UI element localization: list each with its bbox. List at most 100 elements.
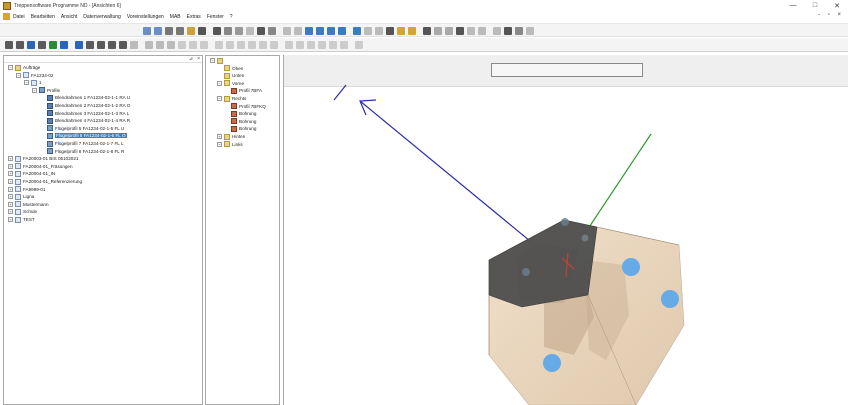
toolbar-button-icon[interactable]: [176, 27, 184, 35]
document-icon[interactable]: [3, 13, 10, 20]
toolbar-button-icon[interactable]: [226, 41, 234, 49]
expand-icon[interactable]: +: [217, 134, 222, 139]
toolbar-button-icon[interactable]: [423, 27, 431, 35]
collapse-icon[interactable]: −: [24, 80, 29, 86]
tree-item[interactable]: + FA20004-01_IN: [8, 170, 55, 177]
toolbar-button-icon[interactable]: [296, 41, 304, 49]
collapse-icon[interactable]: −: [217, 80, 222, 86]
toolbar-button-icon[interactable]: [246, 27, 254, 35]
toolbar-button-icon[interactable]: [285, 41, 293, 49]
tree-item[interactable]: Bohrung: [224, 125, 256, 132]
tree-item[interactable]: Oben: [217, 65, 243, 72]
toolbar-button-icon[interactable]: [329, 41, 337, 49]
toolbar-button-icon[interactable]: [515, 27, 523, 35]
3d-viewport[interactable]: [283, 55, 848, 405]
tree-item[interactable]: − FA1234-02: [16, 72, 53, 79]
pin-icon[interactable]: ⊿: [189, 56, 193, 62]
tree-item[interactable]: − Profile: [32, 87, 60, 94]
drill-hole[interactable]: [661, 290, 679, 308]
tree-item[interactable]: Bohrung: [224, 110, 256, 117]
collapse-icon[interactable]: −: [217, 96, 222, 101]
toolbar-button-icon[interactable]: [259, 41, 267, 49]
tree-item[interactable]: −: [210, 57, 225, 64]
toolbar-button-icon[interactable]: [187, 27, 195, 35]
toolbar-button-icon[interactable]: [456, 27, 464, 35]
tree-item[interactable]: + FA9999-01: [8, 186, 45, 193]
tree-item[interactable]: Unten: [217, 72, 244, 79]
toolbar-button-icon[interactable]: [237, 41, 245, 49]
tree-item[interactable]: Flügelprofil 8 FA1234-02-1-8 FL R: [40, 148, 124, 155]
toolbar-button-icon[interactable]: [145, 41, 153, 49]
menu-fenster[interactable]: Fenster: [207, 14, 224, 20]
toolbar-button-icon[interactable]: [16, 41, 24, 49]
toolbar-button-icon[interactable]: [60, 41, 68, 49]
toolbar-button-icon[interactable]: [408, 27, 416, 35]
tree-item[interactable]: + FA20003-01 BIS 05102021: [8, 155, 78, 162]
tree-item[interactable]: Blendrahmen 3 FA1234-02-1-3 RA L: [40, 110, 129, 117]
close-panel-icon[interactable]: ×: [197, 56, 200, 62]
toolbar-button-icon[interactable]: [235, 27, 243, 35]
tree-item[interactable]: + FA20004-01_Fräsungen: [8, 163, 73, 170]
toolbar-button-icon[interactable]: [434, 27, 442, 35]
tree-item[interactable]: + Schule: [8, 208, 37, 215]
tree-item[interactable]: + Mustermann: [8, 201, 49, 208]
expand-icon[interactable]: +: [8, 179, 13, 184]
tree-item[interactable]: + TEST: [8, 216, 35, 223]
toolbar-button-icon[interactable]: [386, 27, 394, 35]
toolbar-button-icon[interactable]: [108, 41, 116, 49]
expand-icon[interactable]: +: [8, 201, 13, 207]
collapse-icon[interactable]: −: [210, 58, 215, 63]
menu-mab[interactable]: MAB: [170, 14, 181, 20]
toolbar-button-icon[interactable]: [156, 41, 164, 49]
toolbar-button-icon[interactable]: [493, 27, 501, 35]
toolbar-button-icon[interactable]: [119, 41, 127, 49]
tree-item[interactable]: −1: [24, 79, 42, 86]
toolbar-button-icon[interactable]: [178, 41, 186, 49]
toolbar-button-icon[interactable]: [143, 27, 151, 35]
menu-datei[interactable]: Datei: [13, 14, 25, 20]
toolbar-button-icon[interactable]: [467, 27, 475, 35]
tree-item[interactable]: + Ligna: [8, 193, 34, 200]
menu-datenverwaltung[interactable]: Datenverwaltung: [83, 14, 121, 20]
toolbar-button-icon[interactable]: [445, 27, 453, 35]
toolbar-button-icon[interactable]: [154, 27, 162, 35]
tree-item[interactable]: + FA20004-01_Referenzierung: [8, 178, 82, 185]
expand-icon[interactable]: +: [8, 217, 13, 222]
tree-item[interactable]: Flügelprofil 5 FA1234-02-1-5 FL U: [40, 125, 124, 132]
toolbar-button-icon[interactable]: [318, 41, 326, 49]
menu-bearbeiten[interactable]: Bearbeiten: [31, 14, 55, 20]
toolbar-button-icon[interactable]: [86, 41, 94, 49]
toolbar-button-icon[interactable]: [375, 27, 383, 35]
minimize-button[interactable]: —: [782, 0, 804, 11]
menu-help[interactable]: ?: [230, 14, 233, 20]
tree-item[interactable]: Blendrahmen 4 FA1234-02-1-4 RA R: [40, 117, 130, 124]
toolbar-button-icon[interactable]: [327, 27, 335, 35]
close-button[interactable]: ✕: [826, 0, 848, 11]
toolbar-button-icon[interactable]: [165, 27, 173, 35]
toolbar-button-icon[interactable]: [307, 41, 315, 49]
toolbar-button-icon[interactable]: [248, 41, 256, 49]
tree-item[interactable]: Flügelprofil 6 FA1234-02-1-6 FL O: [40, 132, 127, 139]
toolbar-button-icon[interactable]: [364, 27, 372, 35]
toolbar-button-icon[interactable]: [294, 27, 302, 35]
tree-item[interactable]: Blendrahmen 1 FA1234-02-1-1 RA U: [40, 94, 130, 101]
toolbar-button-icon[interactable]: [268, 27, 276, 35]
expand-icon[interactable]: +: [8, 186, 13, 192]
expand-icon[interactable]: +: [8, 156, 13, 162]
tree-item[interactable]: − Rechts: [217, 95, 246, 102]
block-top-face[interactable]: [488, 219, 598, 308]
toolbar-button-icon[interactable]: [27, 41, 35, 49]
collapse-icon[interactable]: −: [32, 87, 37, 93]
tree-item[interactable]: Profil 7BFA: [224, 87, 262, 94]
expand-icon[interactable]: +: [8, 171, 13, 177]
expand-icon[interactable]: +: [8, 163, 13, 169]
drill-hole[interactable]: [622, 258, 640, 276]
tree-item[interactable]: Profil 7BFKQ: [224, 103, 266, 110]
toolbar-button-icon[interactable]: [338, 27, 346, 35]
tree-item[interactable]: + Links: [217, 141, 243, 148]
tree-item[interactable]: Blendrahmen 2 FA1234-02-1-2 RA O: [40, 102, 130, 109]
toolbar-button-icon[interactable]: [213, 27, 221, 35]
mdi-controls[interactable]: - ▫ ×: [818, 12, 844, 18]
toolbar-button-icon[interactable]: [198, 27, 206, 35]
toolbar-button-icon[interactable]: [97, 41, 105, 49]
